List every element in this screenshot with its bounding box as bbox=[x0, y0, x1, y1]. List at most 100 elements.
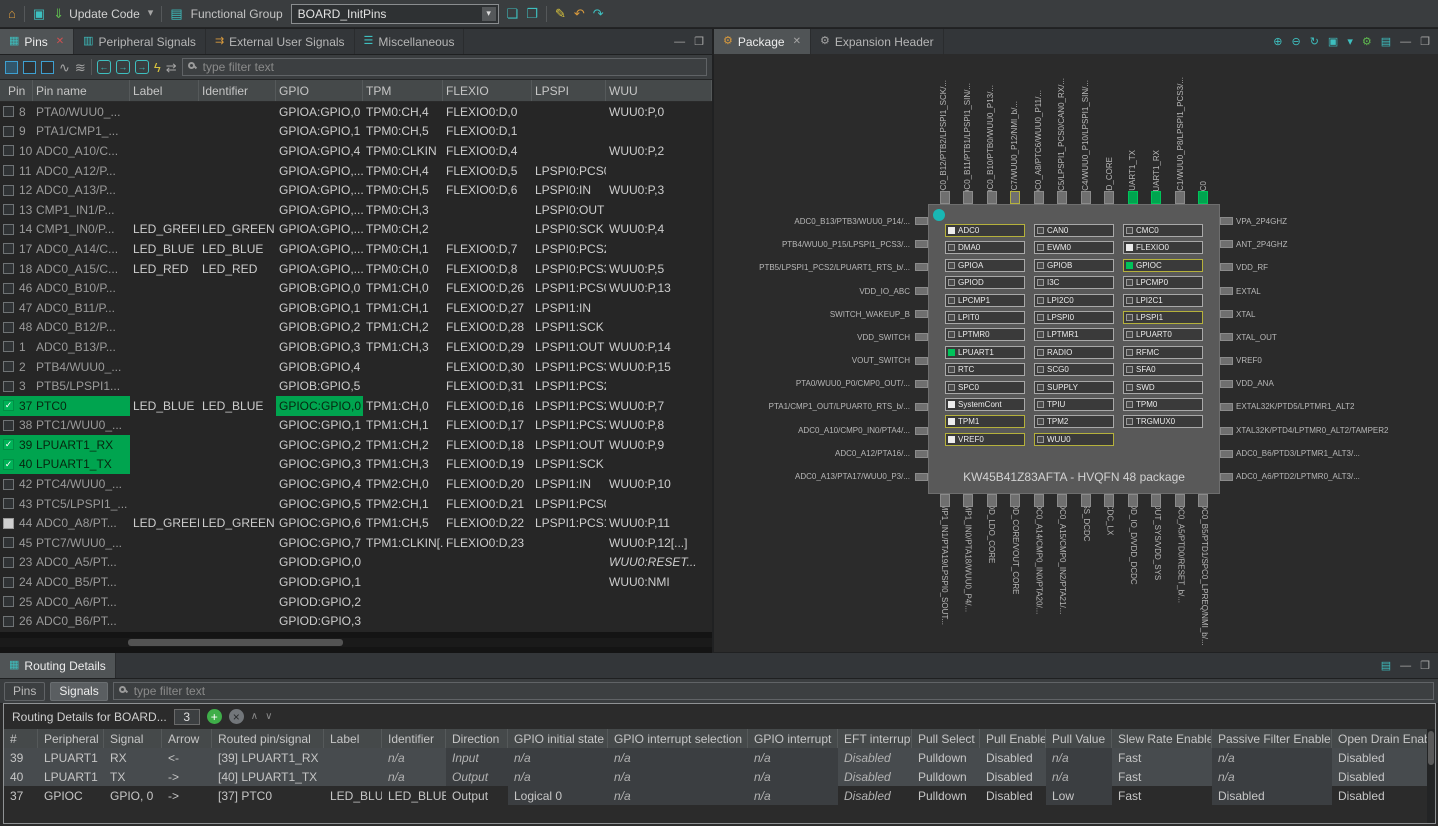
pin-row[interactable]: 23 ADC0_A5/PT... GPIOD:GPIO,0 WUU0:RESET… bbox=[0, 553, 712, 573]
select-all-pins-icon[interactable] bbox=[5, 61, 18, 74]
pin-stub[interactable] bbox=[1128, 191, 1138, 204]
pin-stub[interactable] bbox=[1220, 287, 1233, 295]
pin-row[interactable]: 9 PTA1/CMP1_... GPIOA:GPIO,1 TPM0:CH,5 F… bbox=[0, 122, 712, 142]
pin-row[interactable]: 48 ADC0_B12/P... GPIOB:GPIO,2 TPM1:CH,2 … bbox=[0, 318, 712, 338]
peripheral-block-LPTMR1[interactable]: LPTMR1 bbox=[1034, 328, 1114, 341]
pin-stub[interactable] bbox=[1081, 494, 1091, 507]
move-up-icon[interactable]: ∧ bbox=[251, 711, 258, 722]
peripheral-block-EWM0[interactable]: EWM0 bbox=[1034, 241, 1114, 254]
pin-row[interactable]: 45 PTC7/WUU0_... GPIOC:GPIO,7 TPM1:CLKIN… bbox=[0, 533, 712, 553]
maximize-icon[interactable]: ❐ bbox=[694, 35, 704, 48]
pin-row[interactable]: 11 ADC0_A12/P... GPIOA:GPIO,... TPM0:CH,… bbox=[0, 161, 712, 181]
routing-row[interactable]: 39LPUART1RX<-[39] LPUART1_RXn/aInputn/an… bbox=[4, 748, 1435, 767]
export-image-icon[interactable]: ▣ bbox=[1328, 35, 1338, 48]
pin-column-header[interactable]: WUU bbox=[606, 80, 712, 101]
pin-checkbox[interactable] bbox=[3, 165, 14, 176]
pin-column-header[interactable]: FLEXIO bbox=[443, 80, 532, 101]
peripheral-block-SCG0[interactable]: SCG0 bbox=[1034, 363, 1114, 376]
pin-stub[interactable] bbox=[963, 191, 973, 204]
peripheral-block-TRGMUX0[interactable]: TRGMUX0 bbox=[1123, 415, 1203, 428]
show-pulls-icon[interactable]: ∿ bbox=[59, 61, 70, 74]
routing-column-header[interactable]: Open Drain Enable bbox=[1332, 729, 1435, 748]
pin-checkbox[interactable] bbox=[3, 145, 14, 156]
routing-filter-input[interactable] bbox=[113, 682, 1434, 700]
peripheral-block-SWD[interactable]: SWD bbox=[1123, 381, 1203, 394]
pin-column-header[interactable]: Pin bbox=[0, 80, 33, 101]
routing-column-header[interactable]: GPIO interrupt selection bbox=[608, 729, 748, 748]
tab-miscellaneous[interactable]: ☰ Miscellaneous bbox=[355, 29, 465, 54]
tab-routing-details[interactable]: ▦ Routing Details bbox=[0, 653, 116, 678]
pin-stub[interactable] bbox=[1010, 191, 1020, 204]
pin-checkbox[interactable]: ✓ bbox=[3, 400, 14, 411]
pin-stub[interactable] bbox=[1220, 333, 1233, 341]
pin-stub[interactable] bbox=[940, 494, 950, 507]
pin-stub[interactable] bbox=[915, 380, 928, 388]
pin-stub[interactable] bbox=[915, 450, 928, 458]
pin-stub[interactable] bbox=[1220, 380, 1233, 388]
tab-expansion-header[interactable]: ⚙ Expansion Header bbox=[811, 29, 944, 54]
pin-checkbox[interactable] bbox=[3, 498, 14, 509]
home-icon[interactable]: ⌂ bbox=[8, 7, 16, 20]
pin-stub[interactable] bbox=[1104, 494, 1114, 507]
pin-stub[interactable] bbox=[915, 403, 928, 411]
routing-column-header[interactable]: GPIO interrupt bbox=[748, 729, 838, 748]
peripheral-block-LPTMR0[interactable]: LPTMR0 bbox=[945, 328, 1025, 341]
pin-stub[interactable] bbox=[915, 263, 928, 271]
peripheral-block-GPIOA[interactable]: GPIOA bbox=[945, 259, 1025, 272]
routing-row[interactable]: 37GPIOCGPIO, 0->[37] PTC0LED_BLUELED_BLU… bbox=[4, 786, 1435, 805]
pin-row[interactable]: 8 PTA0/WUU0_... GPIOA:GPIO,0 TPM0:CH,4 F… bbox=[0, 102, 712, 122]
pin-checkbox[interactable] bbox=[3, 616, 14, 627]
pin-stub[interactable] bbox=[1220, 240, 1233, 248]
peripheral-block-I3C[interactable]: I3C bbox=[1034, 276, 1114, 289]
pin-row[interactable]: ✓ 39 LPUART1_RX GPIOC:GPIO,2 TPM1:CH,2 F… bbox=[0, 435, 712, 455]
pin-stub[interactable] bbox=[1220, 310, 1233, 318]
pin-row[interactable]: 44 ADC0_A8/PT... LED_GREEN LED_GREEN GPI… bbox=[0, 513, 712, 533]
maximize-icon[interactable]: ❐ bbox=[1420, 35, 1430, 48]
chevron-down-icon[interactable]: ▾ bbox=[482, 7, 496, 21]
pin-checkbox[interactable] bbox=[3, 518, 14, 529]
pin-stub[interactable] bbox=[1175, 494, 1185, 507]
routing-column-header[interactable]: Passive Filter Enable bbox=[1212, 729, 1332, 748]
routing-column-header[interactable]: GPIO initial state bbox=[508, 729, 608, 748]
peripheral-block-LPUART0[interactable]: LPUART0 bbox=[1123, 328, 1203, 341]
chevron-down-icon[interactable]: ▾ bbox=[1347, 35, 1353, 48]
pin-stub[interactable] bbox=[915, 357, 928, 365]
pin-checkbox[interactable] bbox=[3, 204, 14, 215]
column-filter-icon[interactable]: ⇄ bbox=[166, 61, 177, 74]
pin-stub[interactable] bbox=[1034, 494, 1044, 507]
undo-icon[interactable]: ↶ bbox=[574, 7, 585, 20]
pin-stub[interactable] bbox=[915, 240, 928, 248]
pin-column-header[interactable]: TPM bbox=[363, 80, 443, 101]
update-code-caret-icon[interactable]: ▾ bbox=[148, 8, 154, 19]
pin-stub[interactable] bbox=[1220, 357, 1233, 365]
pin-stub[interactable] bbox=[987, 494, 997, 507]
peripheral-block-WUU0[interactable]: WUU0 bbox=[1034, 433, 1114, 446]
pin-row[interactable]: 47 ADC0_B11/P... GPIOB:GPIO,1 TPM1:CH,1 … bbox=[0, 298, 712, 318]
pin-checkbox[interactable] bbox=[3, 283, 14, 294]
pin-row[interactable]: 2 PTB4/WUU0_... GPIOB:GPIO,4 FLEXIO0:D,3… bbox=[0, 357, 712, 377]
pins-tool-icon[interactable]: ▣ bbox=[33, 7, 45, 20]
peripheral-block-DMA0[interactable]: DMA0 bbox=[945, 241, 1025, 254]
peripheral-block-LPI2C1[interactable]: LPI2C1 bbox=[1123, 294, 1203, 307]
route-peripheral-icon[interactable]: → bbox=[135, 60, 149, 74]
pin-checkbox[interactable] bbox=[3, 126, 14, 137]
update-code-button[interactable]: ⇓ Update Code bbox=[53, 7, 140, 21]
pin-column-header[interactable]: GPIO bbox=[276, 80, 363, 101]
peripheral-block-GPIOC[interactable]: GPIOC bbox=[1123, 259, 1203, 272]
routing-column-header[interactable]: Slew Rate Enable bbox=[1112, 729, 1212, 748]
functional-group-select[interactable]: BOARD_InitPins ▾ bbox=[291, 4, 499, 24]
minimize-icon[interactable]: — bbox=[1400, 36, 1411, 48]
pin-stub[interactable] bbox=[915, 333, 928, 341]
settings-gear-icon[interactable]: ⚙ bbox=[1362, 35, 1372, 48]
pin-stub[interactable] bbox=[1220, 450, 1233, 458]
minimize-icon[interactable]: — bbox=[1400, 660, 1411, 672]
pin-stub[interactable] bbox=[1220, 473, 1233, 481]
routing-column-header[interactable]: Pull Select bbox=[912, 729, 980, 748]
pin-column-header[interactable]: Pin name bbox=[33, 80, 130, 101]
pin-stub[interactable] bbox=[1220, 427, 1233, 435]
pin-stub[interactable] bbox=[1220, 217, 1233, 225]
pin-stub[interactable] bbox=[1081, 191, 1091, 204]
copy-registers-icon[interactable]: ❏ bbox=[507, 7, 519, 20]
copy-functions-icon[interactable]: ❐ bbox=[526, 7, 538, 20]
pin-checkbox[interactable] bbox=[3, 577, 14, 588]
